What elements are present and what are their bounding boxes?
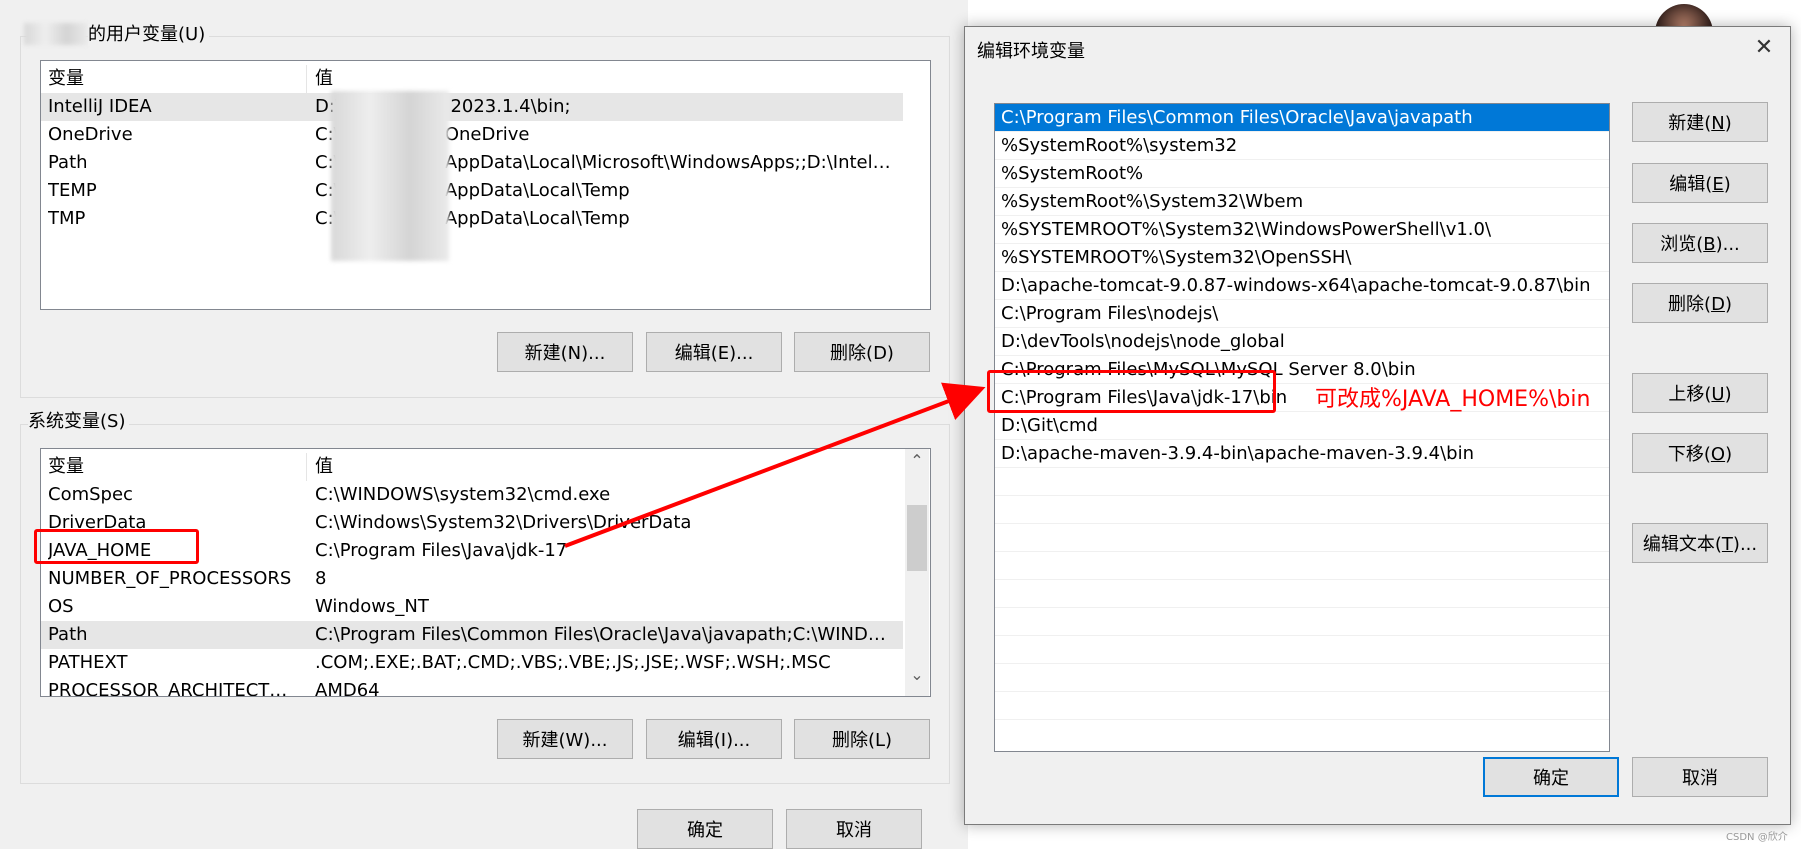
annotation-arrow (564, 382, 986, 548)
watermark: CSDN @欣介 (1726, 832, 1788, 843)
